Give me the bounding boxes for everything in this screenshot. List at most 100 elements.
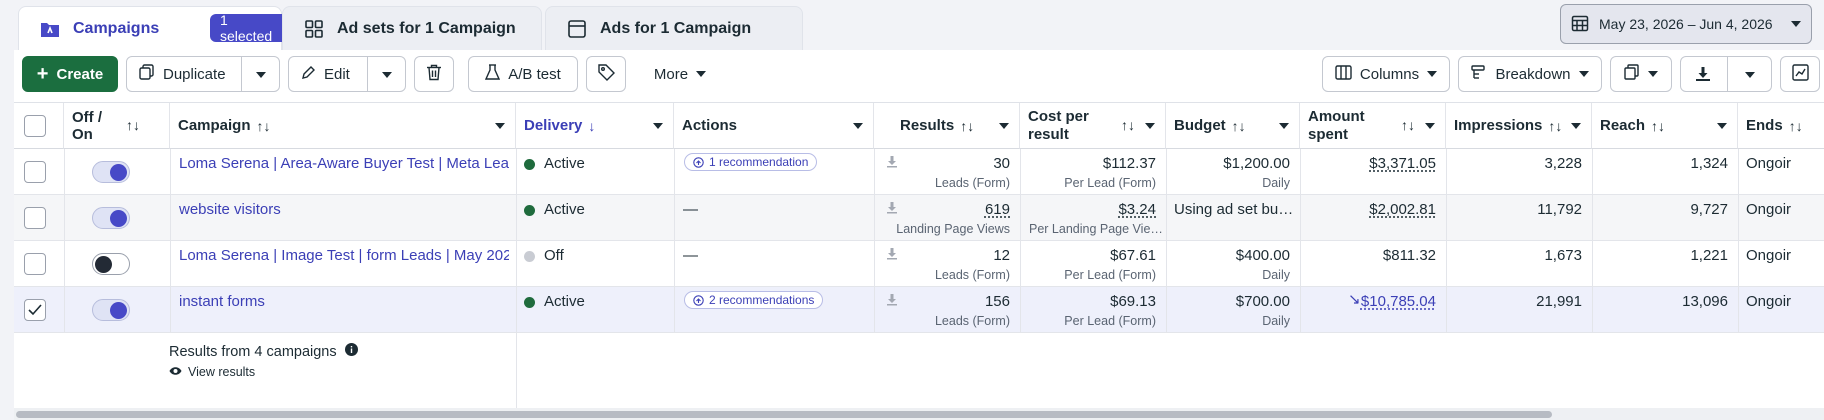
campaign-name-link[interactable]: website visitors	[179, 201, 509, 218]
reports-button[interactable]	[1610, 56, 1672, 92]
header-campaign-menu-icon[interactable]	[495, 123, 505, 129]
header-spent-menu-icon[interactable]	[1425, 123, 1435, 129]
campaign-name-link[interactable]: Loma Serena | Area-Aware Buyer Test | Me…	[179, 155, 509, 172]
header-reach[interactable]: Reach ↑↓	[1592, 103, 1738, 149]
header-cost-per-result[interactable]: Cost per result ↑↓	[1020, 103, 1166, 149]
sort-icon: ↑↓	[256, 117, 271, 134]
recommendation-chip[interactable]: 1 recommendation	[684, 153, 818, 171]
breakdown-button[interactable]: Breakdown	[1458, 56, 1602, 92]
column-divider	[674, 149, 675, 195]
trend-down-icon: ↘	[1348, 291, 1361, 308]
header-cost-menu-icon[interactable]	[1145, 123, 1155, 129]
column-divider	[674, 241, 675, 287]
row-checkbox[interactable]	[24, 161, 46, 183]
campaign-name-link[interactable]: instant forms	[179, 293, 509, 310]
header-impressions-menu-icon[interactable]	[1571, 123, 1581, 129]
header-campaign[interactable]: Campaign ↑↓	[170, 103, 516, 149]
header-delivery[interactable]: Delivery ↓	[516, 103, 674, 149]
budget-type: Daily	[1262, 176, 1290, 190]
delivery-toggle[interactable]	[92, 207, 130, 229]
header-ends[interactable]: Ends ↑↓	[1738, 103, 1824, 149]
results-type: Leads (Form)	[934, 268, 1010, 282]
column-divider	[1300, 195, 1301, 241]
ends-value: Ongoir	[1746, 293, 1792, 310]
tab-campaigns[interactable]: Campaigns 1 selected ✕	[18, 6, 310, 50]
column-divider	[64, 149, 65, 195]
tab-ad-sets[interactable]: Ad sets for 1 Campaign	[282, 6, 542, 50]
columns-button[interactable]: Columns	[1322, 56, 1450, 92]
more-button[interactable]: More	[640, 56, 720, 92]
header-actions[interactable]: Actions	[674, 103, 874, 149]
amount-spent-value[interactable]: $10,785.04	[1361, 293, 1436, 310]
column-divider	[1300, 241, 1301, 287]
header-budget-menu-icon[interactable]	[1279, 123, 1289, 129]
header-results[interactable]: Results ↑↓	[874, 103, 1020, 149]
tag-button[interactable]	[586, 56, 626, 92]
eye-icon	[169, 365, 182, 379]
delivery-toggle[interactable]	[92, 253, 130, 275]
date-range-picker[interactable]: May 23, 2026 – Jun 4, 2026	[1560, 4, 1812, 44]
column-divider	[1592, 287, 1593, 333]
results-value: 12	[993, 247, 1010, 264]
create-button[interactable]: + Create	[22, 56, 118, 92]
header-budget[interactable]: Budget ↑↓	[1166, 103, 1300, 149]
column-divider	[64, 241, 65, 287]
delete-button[interactable]	[414, 56, 454, 92]
table-row[interactable]: Loma Serena | Image Test | form Leads | …	[14, 241, 1824, 287]
column-divider	[1446, 287, 1447, 333]
tab-ads[interactable]: Ads for 1 Campaign	[545, 6, 803, 50]
header-offon[interactable]: Off / On ↑↓	[64, 103, 170, 149]
sort-descending-icon: ↓	[588, 117, 596, 134]
export-button[interactable]	[1680, 56, 1772, 92]
header-results-menu-icon[interactable]	[999, 123, 1009, 129]
info-icon[interactable]	[344, 343, 358, 360]
duplicate-button[interactable]: Duplicate	[126, 56, 280, 92]
select-all-checkbox[interactable]	[24, 115, 46, 137]
header-reach-menu-icon[interactable]	[1717, 123, 1727, 129]
cost-value[interactable]: $3.24	[1118, 201, 1156, 218]
table-row[interactable]: instant forms Active 2 recommendations 156 L…	[14, 287, 1824, 333]
column-divider	[516, 195, 517, 241]
table-row[interactable]: website visitors Active — 619 Landing Page V…	[14, 195, 1824, 241]
header-actions-menu-icon[interactable]	[853, 123, 863, 129]
ab-test-button[interactable]: A/B test	[468, 56, 578, 92]
columns-dropdown-icon	[1427, 71, 1438, 77]
column-divider	[1446, 149, 1447, 195]
export-dropdown-icon[interactable]	[1745, 72, 1755, 78]
reach-value: 1,324	[1690, 155, 1728, 172]
budget-value: $1,200.00	[1223, 155, 1290, 172]
edit-dropdown-icon[interactable]	[382, 72, 392, 78]
edit-button[interactable]: Edit	[288, 56, 406, 92]
row-checkbox[interactable]	[24, 253, 46, 275]
delivery-toggle[interactable]	[92, 161, 130, 183]
duplicate-dropdown-icon[interactable]	[256, 72, 266, 78]
tab-ads-label: Ads for 1 Campaign	[600, 19, 752, 37]
header-impressions[interactable]: Impressions ↑↓	[1446, 103, 1592, 149]
delivery-toggle[interactable]	[92, 299, 130, 321]
results-value[interactable]: 619	[985, 201, 1010, 218]
horizontal-scrollbar[interactable]	[14, 408, 1824, 420]
header-delivery-menu-icon[interactable]	[653, 123, 663, 129]
column-divider	[1738, 195, 1739, 241]
view-results-link[interactable]: View results	[169, 365, 255, 379]
checkmark-icon	[28, 304, 42, 316]
tab-ad-sets-label: Ad sets for 1 Campaign	[337, 19, 516, 37]
create-label: Create	[56, 65, 104, 83]
scrollbar-thumb[interactable]	[16, 411, 1552, 418]
header-amount-spent[interactable]: Amount spent ↑↓	[1300, 103, 1446, 149]
budget-value: Using ad set bu…	[1174, 201, 1294, 218]
adsets-grid-icon	[303, 18, 325, 40]
column-divider	[874, 241, 875, 287]
status-dot	[524, 297, 535, 308]
campaign-name-link[interactable]: Loma Serena | Image Test | form Leads | …	[179, 247, 509, 264]
amount-spent-value[interactable]: $3,371.05	[1369, 155, 1436, 172]
row-checkbox[interactable]	[24, 299, 46, 321]
row-checkbox[interactable]	[24, 207, 46, 229]
column-divider	[1020, 287, 1021, 333]
column-divider	[874, 195, 875, 241]
table-row[interactable]: Loma Serena | Area-Aware Buyer Test | Me…	[14, 149, 1824, 195]
amount-spent-value[interactable]: $2,002.81	[1369, 201, 1436, 218]
column-divider	[516, 149, 517, 195]
recommendation-chip[interactable]: 2 recommendations	[684, 291, 824, 309]
expand-chart-button[interactable]	[1780, 56, 1820, 92]
